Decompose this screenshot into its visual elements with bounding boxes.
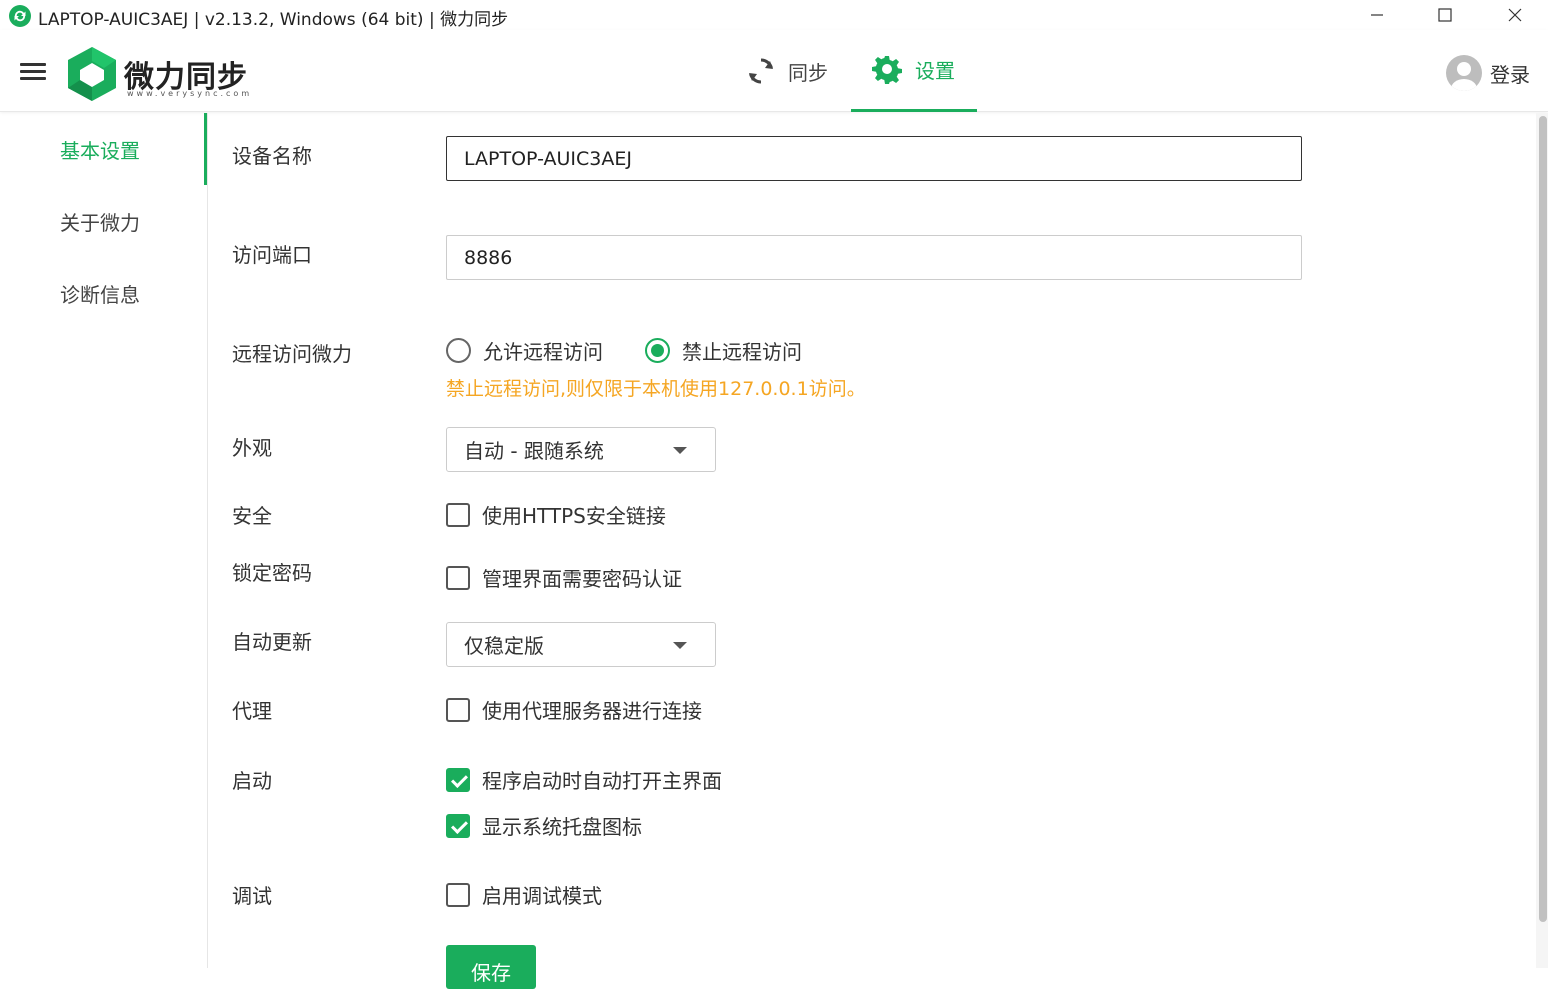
close-icon	[1508, 8, 1522, 22]
startup-label: 启动	[232, 769, 272, 793]
minimize-button[interactable]	[1342, 0, 1412, 30]
port-input[interactable]: 8886	[446, 235, 1302, 280]
auto-update-select[interactable]: 仅稳定版	[446, 622, 716, 667]
remote-access-hint: 禁止远程访问,则仅限于本机使用127.0.0.1访问。	[446, 378, 866, 400]
checkbox-label: 显示系统托盘图标	[482, 815, 642, 839]
open-main-on-start-checkbox[interactable]: 程序启动时自动打开主界面	[446, 765, 722, 794]
auto-update-label: 自动更新	[232, 630, 312, 654]
gear-icon	[872, 55, 902, 84]
tray-icon-checkbox[interactable]: 显示系统托盘图标	[446, 811, 642, 840]
remote-access-label: 远程访问微力	[232, 342, 352, 366]
checkbox-box-checked	[446, 767, 470, 792]
tab-sync-label: 同步	[788, 60, 828, 85]
password-auth-checkbox[interactable]: 管理界面需要密码认证	[446, 563, 682, 592]
checkbox-label: 程序启动时自动打开主界面	[482, 769, 722, 793]
maximize-icon	[1438, 8, 1452, 22]
radio-deny-remote[interactable]: 禁止远程访问	[645, 336, 802, 365]
checkbox-label: 管理界面需要密码认证	[482, 567, 682, 591]
sidebar-item-diagnostics[interactable]: 诊断信息	[0, 257, 207, 329]
tab-settings-label: 设置	[915, 59, 955, 83]
sidebar-item-label: 基本设置	[60, 138, 140, 163]
checkbox-box	[446, 697, 470, 722]
radio-circle	[446, 338, 471, 363]
radio-label: 允许远程访问	[483, 340, 603, 364]
debug-label: 调试	[232, 884, 272, 908]
checkbox-box	[446, 882, 470, 907]
device-name-input[interactable]: LAPTOP-AUIC3AEJ	[446, 136, 1302, 181]
checkbox-box	[446, 565, 470, 590]
sync-icon	[749, 58, 773, 84]
radio-label: 禁止远程访问	[682, 340, 802, 364]
checkbox-box	[446, 502, 470, 527]
https-checkbox[interactable]: 使用HTTPS安全链接	[446, 500, 666, 529]
login-button[interactable]: 登录	[1446, 55, 1530, 91]
checkbox-label: 使用HTTPS安全链接	[482, 504, 666, 528]
sidebar-item-label: 关于微力	[60, 210, 140, 235]
window-title: LAPTOP-AUIC3AEJ | v2.13.2, Windows (64 b…	[38, 10, 509, 30]
checkbox-label: 使用代理服务器进行连接	[482, 699, 702, 723]
close-button[interactable]	[1480, 0, 1548, 30]
sidebar-item-about[interactable]: 关于微力	[0, 185, 207, 257]
appearance-select[interactable]: 自动 - 跟随系统	[446, 427, 716, 472]
save-button[interactable]: 保存	[446, 945, 536, 989]
radio-allow-remote[interactable]: 允许远程访问	[446, 336, 603, 365]
scrollbar-thumb[interactable]	[1539, 116, 1547, 922]
device-name-label: 设备名称	[232, 144, 312, 168]
app-header: 微力同步 www.verysync.com 同步 设置 登录	[0, 30, 1548, 112]
proxy-label: 代理	[232, 699, 272, 723]
port-label: 访问端口	[232, 243, 312, 267]
debug-mode-checkbox[interactable]: 启用调试模式	[446, 880, 602, 909]
logo-icon	[68, 47, 116, 101]
lock-password-label: 锁定密码	[232, 561, 312, 585]
sidebar: 基本设置 关于微力 诊断信息	[0, 113, 208, 968]
menu-icon[interactable]	[20, 63, 46, 83]
avatar-icon	[1446, 55, 1482, 91]
window-titlebar: LAPTOP-AUIC3AEJ | v2.13.2, Windows (64 b…	[0, 0, 1548, 30]
tab-settings[interactable]: 设置	[851, 30, 977, 112]
checkbox-label: 启用调试模式	[482, 884, 602, 908]
logo-url: www.verysync.com	[127, 89, 253, 98]
sidebar-item-basic-settings[interactable]: 基本设置	[0, 113, 207, 185]
auto-update-value: 仅稳定版	[464, 634, 544, 658]
chevron-down-icon	[673, 642, 687, 649]
radio-circle-selected	[645, 338, 670, 363]
checkbox-box-checked	[446, 813, 470, 838]
minimize-icon	[1371, 14, 1383, 16]
security-label: 安全	[232, 504, 272, 528]
chevron-down-icon	[673, 447, 687, 454]
maximize-button[interactable]	[1410, 0, 1480, 30]
appearance-value: 自动 - 跟随系统	[464, 439, 604, 463]
appearance-label: 外观	[232, 436, 272, 460]
login-label: 登录	[1490, 62, 1530, 87]
proxy-checkbox[interactable]: 使用代理服务器进行连接	[446, 695, 702, 724]
tab-sync[interactable]: 同步	[746, 30, 828, 112]
sidebar-item-label: 诊断信息	[60, 282, 140, 307]
app-icon	[9, 5, 31, 27]
